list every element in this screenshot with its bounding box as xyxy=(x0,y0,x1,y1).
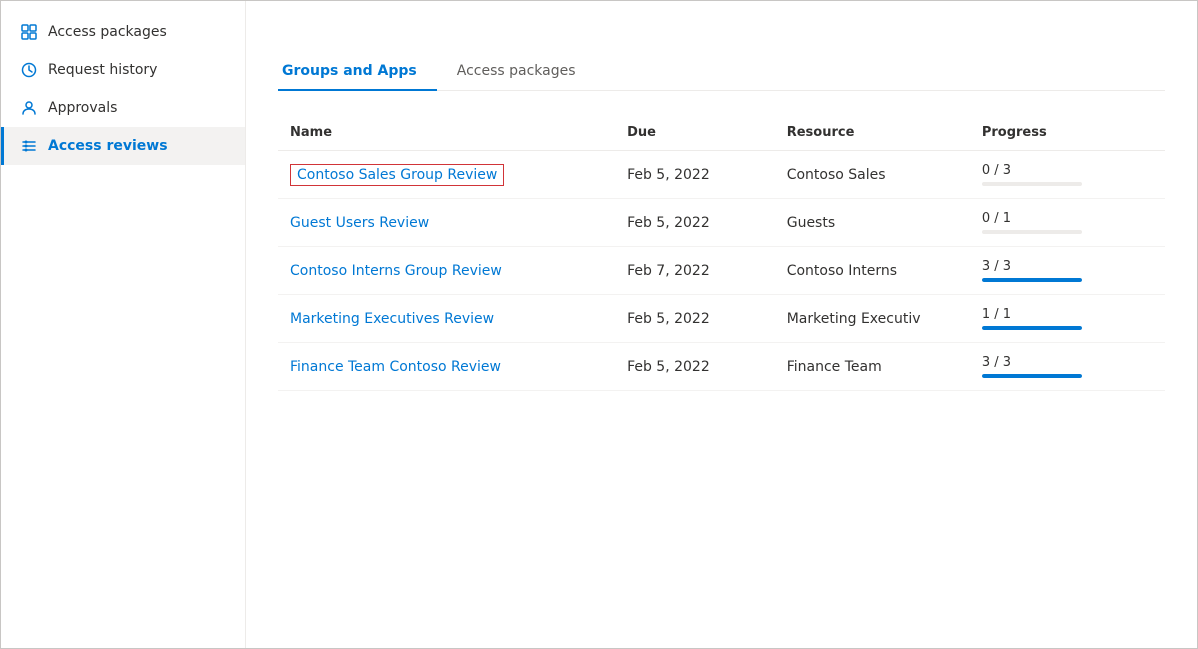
table-row: Guest Users Review Feb 5, 2022Guests 0 / 1 xyxy=(278,199,1165,247)
tab-groups-and-apps[interactable]: Groups and Apps xyxy=(278,53,437,91)
reviews-table-container: Name Due Resource Progress Contoso Sales… xyxy=(278,115,1165,391)
progress-bar-fill-2 xyxy=(982,278,1082,282)
list-icon xyxy=(20,137,38,155)
col-header-due: Due xyxy=(615,115,775,151)
sidebar-item-access-packages[interactable]: Access packages xyxy=(1,13,245,51)
review-name-link-4[interactable]: Finance Team Contoso Review xyxy=(290,359,501,375)
progress-bar-track-3 xyxy=(982,326,1082,330)
sidebar-item-access-reviews[interactable]: Access reviews xyxy=(1,127,245,165)
grid-icon xyxy=(20,23,38,41)
due-date-0: Feb 5, 2022 xyxy=(615,151,775,199)
due-date-2: Feb 7, 2022 xyxy=(615,247,775,295)
progress-text-1: 0 / 1 xyxy=(982,211,1153,226)
table-row: Marketing Executives Review Feb 5, 2022Ma… xyxy=(278,295,1165,343)
col-header-progress: Progress xyxy=(970,115,1165,151)
progress-text-2: 3 / 3 xyxy=(982,259,1153,274)
tab-access-packages[interactable]: Access packages xyxy=(453,53,596,91)
due-date-3: Feb 5, 2022 xyxy=(615,295,775,343)
person-icon xyxy=(20,99,38,117)
review-name-link-0[interactable]: Contoso Sales Group Review xyxy=(290,164,504,186)
col-header-resource: Resource xyxy=(775,115,970,151)
due-date-4: Feb 5, 2022 xyxy=(615,343,775,391)
sidebar-item-label: Request history xyxy=(48,62,157,78)
reviews-table: Name Due Resource Progress Contoso Sales… xyxy=(278,115,1165,391)
table-row: Contoso Sales Group Review Feb 5, 2022Con… xyxy=(278,151,1165,199)
progress-bar-track-4 xyxy=(982,374,1082,378)
table-row: Contoso Interns Group Review Feb 7, 2022C… xyxy=(278,247,1165,295)
main-content: Groups and Apps Access packages Name Due … xyxy=(246,1,1197,648)
review-name-link-1[interactable]: Guest Users Review xyxy=(290,215,429,231)
progress-bar-fill-3 xyxy=(982,326,1082,330)
progress-text-3: 1 / 1 xyxy=(982,307,1153,322)
progress-cell-4: 3 / 3 xyxy=(970,343,1165,391)
resource-4: Finance Team xyxy=(775,343,970,391)
sidebar-item-approvals[interactable]: Approvals xyxy=(1,89,245,127)
tab-bar: Groups and Apps Access packages xyxy=(278,53,1165,91)
progress-bar-track-1 xyxy=(982,230,1082,234)
sidebar-item-label: Access packages xyxy=(48,24,167,40)
resource-2: Contoso Interns xyxy=(775,247,970,295)
review-name-link-2[interactable]: Contoso Interns Group Review xyxy=(290,263,502,279)
table-row: Finance Team Contoso Review Feb 5, 2022Fi… xyxy=(278,343,1165,391)
sidebar-item-label: Approvals xyxy=(48,100,117,116)
due-date-1: Feb 5, 2022 xyxy=(615,199,775,247)
progress-cell-1: 0 / 1 xyxy=(970,199,1165,247)
progress-cell-2: 3 / 3 xyxy=(970,247,1165,295)
col-header-name: Name xyxy=(278,115,615,151)
sidebar: Access packages Request history Approval… xyxy=(1,1,246,648)
progress-bar-fill-4 xyxy=(982,374,1082,378)
resource-3: Marketing Executiv xyxy=(775,295,970,343)
progress-text-0: 0 / 3 xyxy=(982,163,1153,178)
sidebar-item-request-history[interactable]: Request history xyxy=(1,51,245,89)
progress-cell-0: 0 / 3 xyxy=(970,151,1165,199)
review-name-link-3[interactable]: Marketing Executives Review xyxy=(290,311,494,327)
progress-bar-track-2 xyxy=(982,278,1082,282)
resource-0: Contoso Sales xyxy=(775,151,970,199)
progress-cell-3: 1 / 1 xyxy=(970,295,1165,343)
resource-1: Guests xyxy=(775,199,970,247)
sidebar-item-label: Access reviews xyxy=(48,138,168,154)
progress-bar-track-0 xyxy=(982,182,1082,186)
progress-text-4: 3 / 3 xyxy=(982,355,1153,370)
history-icon xyxy=(20,61,38,79)
